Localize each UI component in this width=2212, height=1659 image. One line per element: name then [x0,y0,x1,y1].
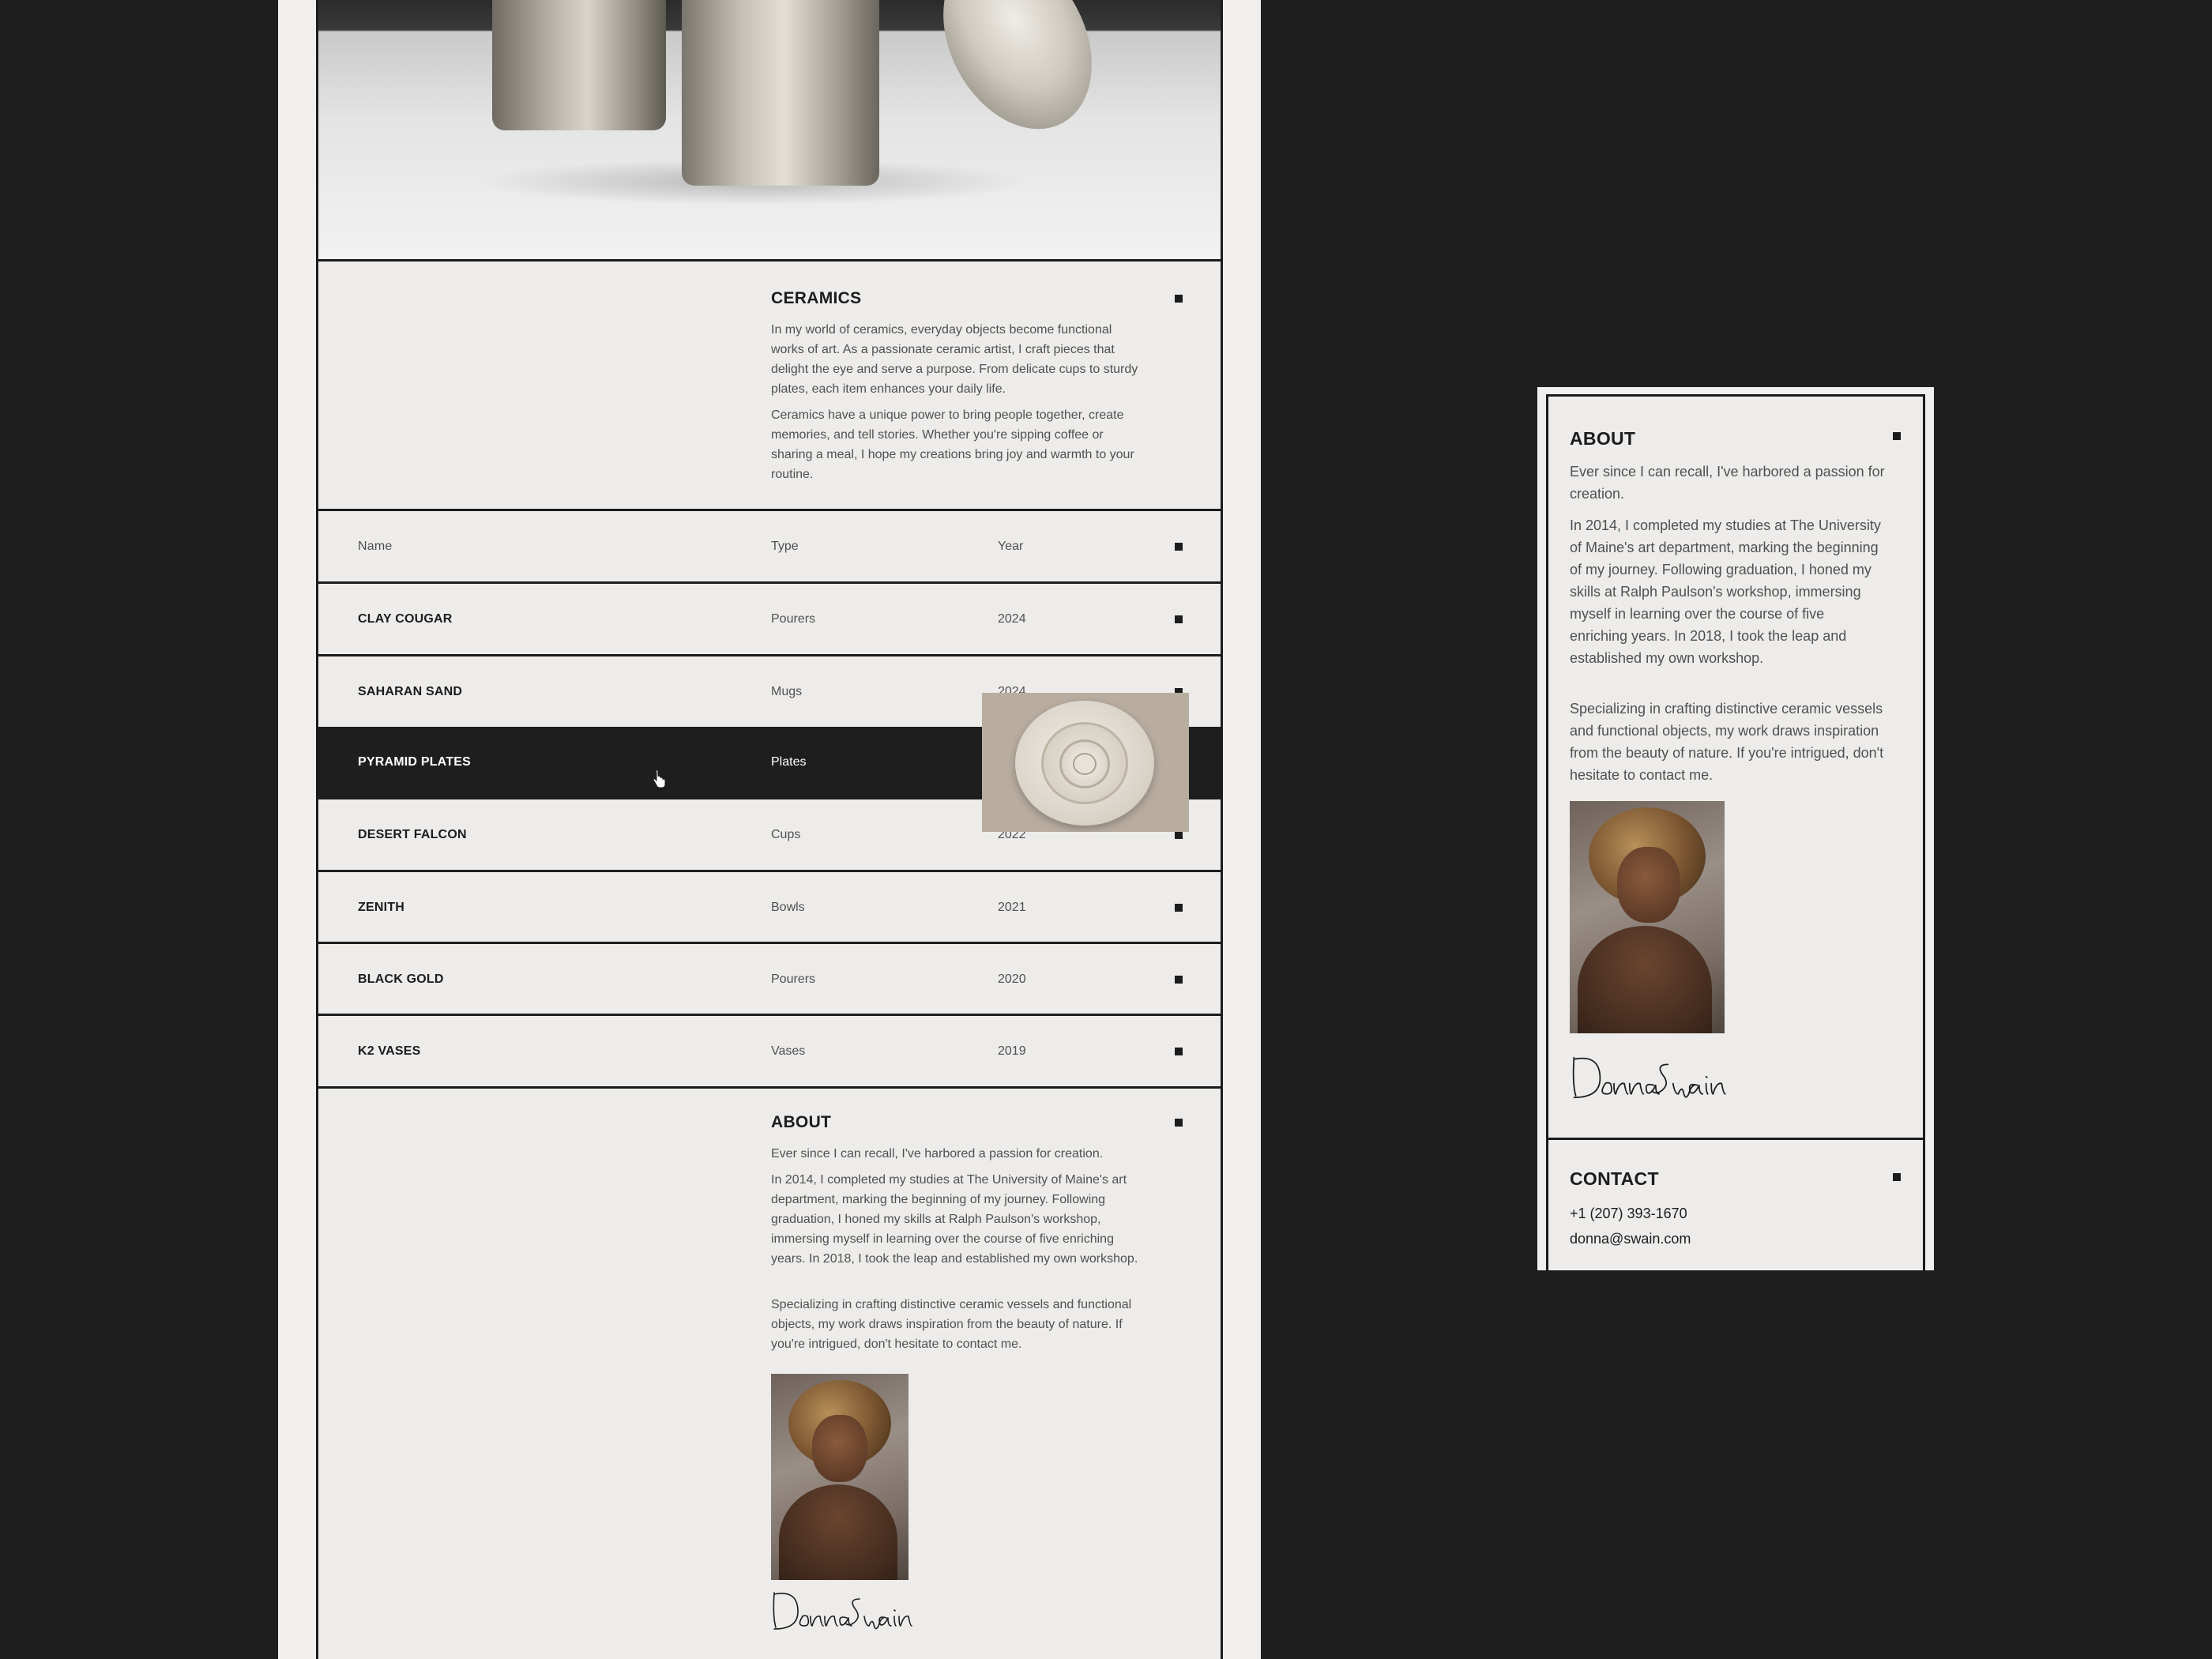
ceramics-paragraph-1: In my world of ceramics, everyday object… [771,323,1138,396]
table-row[interactable]: ZENITH Bowls 2021 [318,872,1221,942]
plates-preview-image [982,693,1189,832]
row-type: Cups [771,828,801,841]
portrait-photo [1570,801,1725,1033]
row-name: PYRAMID PLATES [358,755,471,769]
row-name: BLACK GOLD [358,972,444,986]
square-bullet-icon [1175,615,1183,623]
contact-phone-link[interactable]: +1 (207) 393-1670 [1570,1206,1687,1222]
row-year: 2019 [998,1044,1026,1058]
row-type: Plates [771,755,807,769]
signature-image [1572,1056,1726,1099]
table-row[interactable]: CLAY COUGAR Pourers 2024 [318,584,1221,654]
square-bullet-icon [1893,432,1901,440]
about-paragraph-2: In 2014, I completed my studies at The U… [771,1173,1138,1266]
desktop-page: CERAMICS In my world of ceramics, everyd… [316,0,1223,1659]
square-bullet-icon [1175,904,1183,912]
ceramic-lid [913,0,1122,155]
square-bullet-icon [1175,295,1183,303]
hand-pointer-icon [653,770,666,788]
row-year: 2020 [998,972,1026,986]
about-title: ABOUT [1570,428,1636,449]
header-type: Type [771,540,799,553]
about-title: ABOUT [771,1113,832,1131]
about-paragraph-1: Ever since I can recall, I've harbored a… [1570,464,1885,502]
ceramics-title: CERAMICS [771,289,862,307]
row-name: SAHARAN SAND [358,685,463,698]
about-paragraph-2: In 2014, I completed my studies at The U… [1570,517,1881,666]
row-type: Vases [771,1044,806,1058]
header-year: Year [998,540,1024,553]
row-year: 2024 [998,612,1026,626]
portrait-photo [771,1374,908,1580]
ceramic-pot-right [682,0,879,186]
row-type: Pourers [771,972,816,986]
square-bullet-icon [1175,976,1183,984]
square-bullet-icon [1893,1173,1901,1181]
hero-image [318,0,1221,261]
about-paragraph-3: Specializing in crafting distinctive cer… [1570,701,1884,783]
row-type: Bowls [771,901,805,914]
row-type: Pourers [771,612,816,626]
table-header: Name Type Year [318,511,1221,581]
row-year: 2021 [998,901,1026,914]
square-bullet-icon [1175,1048,1183,1055]
row-name: K2 VASES [358,1044,421,1058]
row-name: ZENITH [358,901,404,914]
square-bullet-icon [1175,1119,1183,1127]
square-bullet-icon [1175,831,1183,839]
ceramic-pot-left [492,0,666,130]
about-paragraph-1: Ever since I can recall, I've harbored a… [771,1147,1104,1161]
contact-title: CONTACT [1570,1168,1659,1189]
desktop-frame: CERAMICS In my world of ceramics, everyd… [278,0,1261,1659]
table-row[interactable]: K2 VASES Vases 2019 [318,1016,1221,1086]
divider [1548,1138,1923,1140]
about-paragraph-3: Specializing in crafting distinctive cer… [771,1298,1132,1351]
square-bullet-icon [1175,543,1183,551]
row-type: Mugs [771,685,803,698]
ceramics-paragraph-2: Ceramics have a unique power to bring pe… [771,408,1134,481]
header-name: Name [358,540,393,553]
row-name: DESERT FALCON [358,828,467,841]
mobile-page: ABOUT Ever since I can recall, I've harb… [1546,394,1925,1270]
table-row[interactable]: BLACK GOLD Pourers 2020 [318,944,1221,1014]
row-name: CLAY COUGAR [358,612,453,626]
mobile-frame: ABOUT Ever since I can recall, I've harb… [1537,387,1934,1270]
contact-email-link[interactable]: donna@swain.com [1570,1231,1691,1247]
divider [318,1086,1221,1089]
signature-image [773,1592,912,1630]
